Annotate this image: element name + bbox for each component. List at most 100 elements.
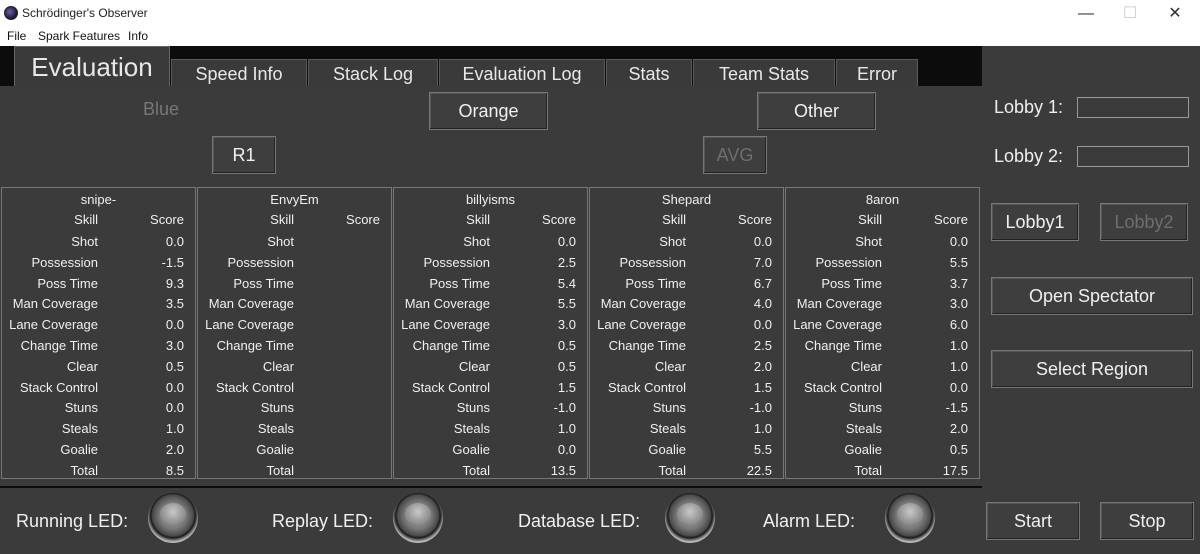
skill-score: 1.0 [557, 421, 576, 437]
skill-score: 1.0 [165, 421, 184, 437]
skill-label: Change Time [412, 338, 490, 353]
skill-row: Shot 0.0 [590, 234, 783, 255]
skill-row: Steals 2.0 [786, 421, 979, 442]
skill-score: 2.0 [753, 358, 772, 374]
skill-label: Stack Control [803, 379, 882, 395]
player-panel: billyisms Skill Score Shot 0.0 Possession 2.5 P… [393, 187, 588, 479]
skill-score: 5.5 [557, 296, 576, 312]
replay-led-label: Replay LED: [272, 511, 374, 531]
skill-score: 0.5 [165, 358, 184, 374]
skill-label: Man Coverage [12, 296, 98, 312]
skill-label: Poss Time [625, 275, 686, 291]
skill-row: Total [198, 463, 391, 484]
skill-row: Stack Control 1.5 [590, 380, 783, 401]
close-button[interactable]: ✕ [1152, 4, 1198, 24]
skill-label: Total [266, 462, 294, 478]
skill-label: Clear [66, 358, 98, 374]
player-name: EnvyEm [270, 192, 319, 207]
skill-row: Goalie 0.5 [786, 442, 979, 463]
skill-row: Total 13.5 [394, 463, 587, 484]
skill-score: 1.0 [949, 358, 968, 374]
skill-label: Possession [31, 254, 98, 270]
skill-score: 3.7 [949, 275, 968, 291]
running-led-label: Running LED: [16, 511, 129, 531]
skill-row: Stuns [198, 400, 391, 421]
skill-row: Man Coverage 4.0 [590, 296, 783, 317]
round-r1-button[interactable]: R1 [212, 136, 276, 174]
skill-score: 0.5 [557, 358, 576, 374]
skill-label: Lane Coverage [597, 317, 686, 333]
skill-label: Stuns [456, 400, 490, 416]
skill-score: 2.5 [557, 254, 576, 270]
skill-score: 0.0 [949, 379, 968, 395]
skill-row: Clear 2.0 [590, 359, 783, 380]
skill-row: Change Time 2.5 [590, 338, 783, 359]
menu-file[interactable]: File [7, 29, 26, 43]
start-button[interactable]: Start [986, 502, 1080, 540]
lobby1-button[interactable]: Lobby1 [991, 203, 1079, 241]
skill-row: Shot 0.0 [2, 234, 195, 255]
select-region-button[interactable]: Select Region [991, 350, 1193, 388]
skill-label: Shot [267, 234, 294, 249]
skill-row: Change Time 0.5 [394, 338, 587, 359]
minimize-button[interactable]: — [1063, 4, 1109, 24]
skill-score: 0.0 [165, 379, 184, 395]
skill-label: Shot [463, 234, 490, 249]
menu-spark-features[interactable]: Spark Features [38, 29, 120, 43]
open-spectator-button[interactable]: Open Spectator [991, 277, 1193, 315]
player-panel: 8aron Skill Score Shot 0.0 Possession 5.5 Poss … [785, 187, 980, 479]
skill-label: Steals [845, 421, 882, 437]
avg-button[interactable]: AVG [703, 136, 767, 174]
player-panel: snipe- Skill Score Shot 0.0 Possession -1.5 Pos… [1, 187, 196, 479]
skill-row: Shot 0.0 [786, 234, 979, 255]
team-orange-button[interactable]: Orange [429, 92, 548, 130]
lobby1-input[interactable] [1077, 97, 1189, 118]
skill-row: Total 17.5 [786, 463, 979, 484]
tab-speed-info[interactable]: Speed Info [171, 59, 307, 87]
skill-row: Stuns -1.0 [590, 400, 783, 421]
stop-button[interactable]: Stop [1100, 502, 1194, 540]
skill-score: -1.5 [161, 254, 184, 270]
skill-score: 13.5 [550, 462, 576, 478]
skill-row: Total 8.5 [2, 463, 195, 484]
skill-label: Clear [850, 358, 882, 374]
tab-error[interactable]: Error [836, 59, 918, 87]
skill-label: Shot [855, 234, 882, 249]
menu-info[interactable]: Info [128, 29, 148, 43]
team-other-button[interactable]: Other [757, 92, 876, 130]
skill-row: Stuns 0.0 [2, 400, 195, 421]
tab-stats[interactable]: Stats [606, 59, 692, 87]
tab-evaluation[interactable]: Evaluation [14, 46, 170, 86]
skill-row: Poss Time 9.3 [2, 276, 195, 297]
skill-score: 3.5 [165, 296, 184, 312]
skill-score: 2.0 [949, 421, 968, 437]
skill-score: 1.5 [557, 379, 576, 395]
tab-evaluation-log[interactable]: Evaluation Log [439, 59, 605, 87]
skill-row: Stack Control 0.0 [2, 380, 195, 401]
skill-row: Goalie 2.0 [2, 442, 195, 463]
score-header: Score [738, 212, 772, 227]
skill-label: Steals [61, 421, 98, 437]
skill-score: 0.0 [753, 317, 772, 333]
skill-label: Stack Control [411, 379, 490, 395]
skill-label: Goalie [844, 442, 882, 457]
skill-score: -1.5 [945, 400, 968, 416]
tab-stack-log[interactable]: Stack Log [308, 59, 438, 87]
skill-score: 0.0 [165, 400, 184, 416]
skill-row: Lane Coverage 0.0 [2, 317, 195, 338]
skill-row: Stack Control [198, 380, 391, 401]
maximize-button[interactable]: ☐ [1107, 4, 1153, 24]
skill-label: Poss Time [233, 275, 294, 291]
skill-label: Total [658, 462, 686, 478]
skill-label: Shot [71, 234, 98, 249]
lobby2-button[interactable]: Lobby2 [1100, 203, 1188, 241]
tab-team-stats[interactable]: Team Stats [693, 59, 835, 87]
skill-score: 0.0 [165, 234, 184, 249]
lobby2-input[interactable] [1077, 146, 1189, 167]
skill-row: Possession 5.5 [786, 255, 979, 276]
right-panel: Lobby 1: Lobby 2: Lobby1 Lobby2 Open Spe… [982, 46, 1200, 554]
skill-score: 3.0 [949, 296, 968, 312]
alarm-led-indicator [885, 493, 935, 543]
skill-score: 1.0 [949, 338, 968, 353]
skill-score: 22.5 [746, 462, 772, 478]
